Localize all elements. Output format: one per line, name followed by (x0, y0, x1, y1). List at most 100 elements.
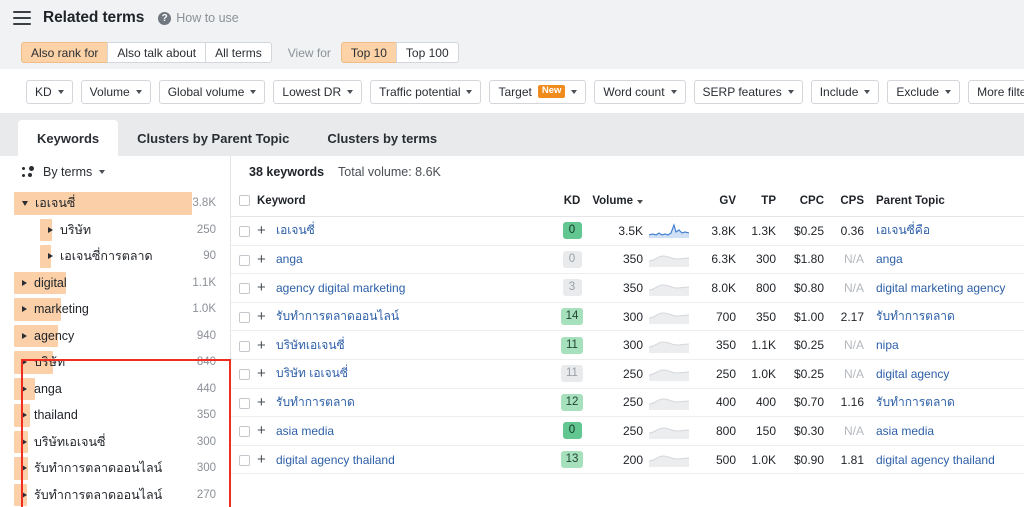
hamburger-icon[interactable] (13, 11, 31, 25)
filter-lowest-dr[interactable]: Lowest DR (273, 79, 363, 104)
parent-topic-link[interactable]: digital agency (876, 367, 1024, 381)
table-row[interactable]: + รับทำการตลาดออนไลน์ 14 300 700 350 $1.00 2.17… (231, 302, 1024, 332)
column-header-keyword[interactable]: Keyword (257, 187, 552, 217)
filter-volume[interactable]: Volume (80, 79, 151, 104)
parent-topic-link[interactable]: nipa (876, 338, 1024, 352)
row-checkbox[interactable] (239, 369, 250, 381)
table-row[interactable]: + agency digital marketing 3 350 8.0K 800 $0.8… (231, 273, 1024, 303)
view-option-0[interactable]: Top 10 (340, 42, 396, 63)
add-keyword-icon[interactable]: + (257, 252, 267, 267)
filter-exclude[interactable]: Exclude (887, 79, 961, 104)
parent-topic-link[interactable]: รับทำการตลาด (876, 393, 1024, 412)
chevron-right-icon[interactable] (22, 412, 27, 419)
keyword-link[interactable]: digital agency thailand (276, 453, 395, 467)
keyword-link[interactable]: asia media (276, 424, 334, 438)
sidebar-term-row[interactable]: บริษัท 840 (0, 349, 230, 376)
keyword-link[interactable]: บริษัทเอเจนซี่ (276, 336, 345, 355)
chevron-right-icon[interactable] (48, 253, 53, 260)
sidebar-term-row[interactable]: เอเจนซี่การตลาด 90 (0, 243, 230, 270)
sidebar-term-row[interactable]: digital 1.1K (0, 270, 230, 297)
chevron-right-icon[interactable] (22, 359, 27, 366)
keyword-link[interactable]: รับทำการตลาด (276, 393, 355, 412)
chevron-right-icon[interactable] (22, 279, 27, 286)
sidebar-term-row[interactable]: บริษัท 250 (0, 217, 230, 244)
table-row[interactable]: + บริษัท เอเจนซี่ 11 250 250 1.0K $0.25 N/A digi… (231, 359, 1024, 389)
column-header-kd[interactable]: KD (552, 187, 592, 217)
filter-include[interactable]: Include (810, 79, 880, 104)
add-keyword-icon[interactable]: + (257, 338, 267, 353)
filter-kd[interactable]: KD (26, 79, 73, 104)
table-row[interactable]: + anga 0 350 6.3K 300 $1.80 N/A anga (231, 245, 1024, 275)
keyword-link[interactable]: เอเจนซี่ (276, 221, 315, 240)
parent-topic-link[interactable]: digital marketing agency (876, 281, 1024, 295)
column-header-volume[interactable]: Volume (592, 187, 646, 217)
sidebar-term-row[interactable]: รับทำการตลาดออนไลน์ 300 (0, 455, 230, 482)
add-keyword-icon[interactable]: + (257, 395, 267, 410)
filter-target[interactable]: Target New (489, 79, 587, 104)
chevron-right-icon[interactable] (22, 385, 27, 392)
row-checkbox[interactable] (239, 454, 250, 466)
keyword-link[interactable]: บริษัท เอเจนซี่ (276, 364, 348, 383)
select-all-checkbox[interactable] (239, 195, 250, 207)
table-row[interactable]: + เอเจนซี่ 0 3.5K 3.8K 1.3K $0.25 0.36 เอเจนซี่ค… (231, 216, 1024, 246)
match-option-1[interactable]: Also talk about (107, 42, 206, 63)
add-keyword-icon[interactable]: + (257, 223, 267, 238)
sidebar-term-row[interactable]: เอเจนซี่ 3.8K (0, 190, 230, 217)
match-option-0[interactable]: Also rank for (21, 42, 108, 63)
row-checkbox[interactable] (239, 426, 250, 438)
table-row[interactable]: + รับทำการตลาด 12 250 400 400 $0.70 1.16 รับทำกา… (231, 388, 1024, 418)
column-header-tp[interactable]: TP (736, 187, 776, 217)
table-row[interactable]: + digital agency thailand 13 200 500 1.0K $0.9… (231, 445, 1024, 475)
how-to-use-link[interactable]: ? How to use (158, 11, 239, 25)
column-header-spark[interactable] (646, 187, 692, 217)
chevron-right-icon[interactable] (22, 491, 27, 498)
tab-clusters-by-parent-topic[interactable]: Clusters by Parent Topic (118, 120, 308, 156)
keyword-link[interactable]: anga (276, 252, 303, 266)
column-header-parent[interactable]: Parent Topic (864, 187, 1024, 217)
keyword-link[interactable]: รับทำการตลาดออนไลน์ (276, 307, 399, 326)
sidebar-term-row[interactable]: agency 940 (0, 323, 230, 350)
chevron-right-icon[interactable] (22, 306, 27, 313)
filter-traffic-potential[interactable]: Traffic potential (370, 79, 482, 104)
parent-topic-link[interactable]: anga (876, 252, 1024, 266)
sidebar-term-row[interactable]: thailand 350 (0, 402, 230, 429)
group-by-selector[interactable]: By terms (0, 156, 230, 187)
sidebar-term-row[interactable]: รับทำการตลาดออนไลน์ 270 (0, 482, 230, 507)
parent-topic-link[interactable]: เอเจนซี่คือ (876, 221, 1024, 240)
row-checkbox[interactable] (239, 311, 250, 323)
add-keyword-icon[interactable]: + (257, 366, 267, 381)
sidebar-term-row[interactable]: บริษัทเอเจนซี่ 300 (0, 429, 230, 456)
add-keyword-icon[interactable]: + (257, 280, 267, 295)
column-header-cps[interactable]: CPS (824, 187, 864, 217)
add-keyword-icon[interactable]: + (257, 452, 267, 467)
keyword-link[interactable]: agency digital marketing (276, 281, 405, 295)
parent-topic-link[interactable]: asia media (876, 424, 1024, 438)
chevron-right-icon[interactable] (22, 332, 27, 339)
tab-keywords[interactable]: Keywords (18, 120, 119, 156)
column-header-gv[interactable]: GV (692, 187, 736, 217)
filter-global-volume[interactable]: Global volume (158, 79, 266, 104)
chevron-down-icon[interactable] (22, 200, 28, 206)
table-row[interactable]: + asia media 0 250 800 150 $0.30 N/A asia media (231, 416, 1024, 446)
sidebar-term-row[interactable]: anga 440 (0, 376, 230, 403)
add-keyword-icon[interactable]: + (257, 309, 267, 324)
view-option-1[interactable]: Top 100 (395, 42, 459, 63)
match-option-2[interactable]: All terms (205, 42, 272, 63)
filter-more-filters[interactable]: More filters (968, 79, 1024, 104)
tab-clusters-by-terms[interactable]: Clusters by terms (308, 120, 456, 156)
row-checkbox[interactable] (239, 397, 250, 409)
chevron-right-icon[interactable] (22, 438, 27, 445)
row-checkbox[interactable] (239, 340, 250, 352)
row-checkbox[interactable] (239, 283, 250, 295)
parent-topic-link[interactable]: รับทำการตลาด (876, 307, 1024, 326)
filter-serp-features[interactable]: SERP features (693, 79, 803, 104)
chevron-right-icon[interactable] (22, 465, 27, 472)
chevron-right-icon[interactable] (48, 226, 53, 233)
table-row[interactable]: + บริษัทเอเจนซี่ 11 300 350 1.1K $0.25 N/A nipa (231, 330, 1024, 360)
filter-word-count[interactable]: Word count (594, 79, 686, 104)
column-header-check[interactable] (231, 187, 257, 217)
sidebar-term-row[interactable]: marketing 1.0K (0, 296, 230, 323)
column-header-cpc[interactable]: CPC (776, 187, 824, 217)
add-keyword-icon[interactable]: + (257, 423, 267, 438)
parent-topic-link[interactable]: digital agency thailand (876, 453, 1024, 467)
